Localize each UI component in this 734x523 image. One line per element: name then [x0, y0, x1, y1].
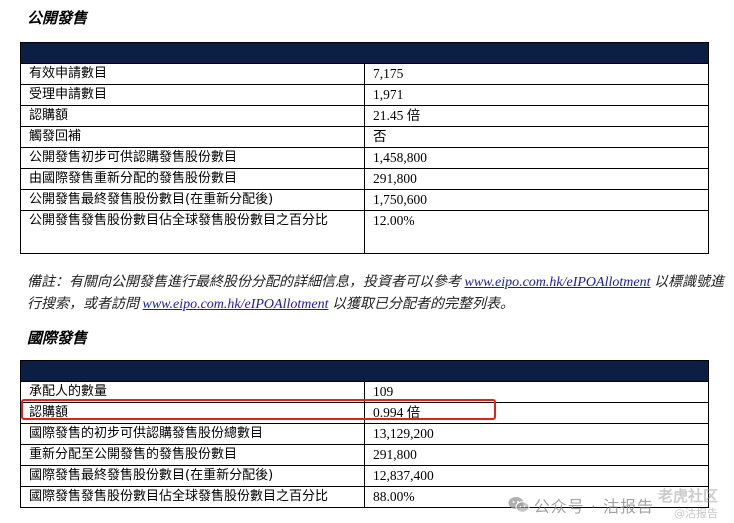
- row-value: 否: [364, 126, 709, 148]
- row-label: 認購額: [20, 105, 365, 127]
- table-row: 公開發售最終發售股份數目(在重新分配後) 1,750,600: [20, 189, 709, 211]
- row-value: 1,971: [364, 84, 709, 106]
- watermark-brand: 老虎社区: [657, 486, 718, 505]
- row-label: 有效申請數目: [20, 63, 365, 85]
- row-value: 1,750,600: [364, 189, 709, 211]
- table-row: 由國際發售重新分配的發售股份數目 291,800: [20, 168, 709, 190]
- table-row: 認購額 21.45 倍: [20, 105, 709, 127]
- table-row: 重新分配至公開發售的發售股份數目 291,800: [20, 444, 709, 466]
- table-row: 公開發售發售股份數目佔全球發售股份數目之百分比 12.00%: [20, 210, 709, 254]
- row-label: 國際發售的初步可供認購發售股份總數目: [20, 423, 365, 445]
- watermark-text: 公众号 · 沽报告: [533, 497, 654, 516]
- row-label: 國際發售發售股份數目佔全球發售股份數目之百分比: [20, 486, 365, 508]
- watermark-handle: @沽报告: [674, 507, 718, 520]
- table-row: 國際發售的初步可供認購發售股份總數目 13,129,200: [20, 423, 709, 445]
- eipo-link-2[interactable]: www.eipo.com.hk/eIPOAllotment: [143, 297, 329, 312]
- row-value: 12,837,400: [364, 465, 709, 487]
- public-offer-table: 有效申請數目 7,175 受理申請數目 1,971 認購額 21.45 倍 觸發…: [20, 42, 709, 254]
- row-label: 受理申請數目: [20, 84, 365, 106]
- note-suffix: 以獲取已分配者的完整列表。: [331, 297, 514, 312]
- table-header-bar: [20, 360, 709, 382]
- table-row: 公開發售初步可供認購發售股份數目 1,458,800: [20, 147, 709, 169]
- table-row: 國際發售最終發售股份數目(在重新分配後) 12,837,400: [20, 465, 709, 487]
- row-label: 重新分配至公開發售的發售股份數目: [20, 444, 365, 466]
- row-label: 公開發售初步可供認購發售股份數目: [20, 147, 365, 169]
- row-value: 7,175: [364, 63, 709, 85]
- row-value: 1,458,800: [364, 147, 709, 169]
- table-row: 觸發回補 否: [20, 126, 709, 148]
- document-page: 公開發售 有效申請數目 7,175 受理申請數目 1,971 認購額 21.45…: [0, 0, 734, 523]
- row-label: 公開發售發售股份數目佔全球發售股份數目之百分比: [20, 210, 365, 254]
- row-label: 公開發售最終發售股份數目(在重新分配後): [20, 189, 365, 211]
- table-row: 受理申請數目 1,971: [20, 84, 709, 106]
- row-value: 291,800: [364, 444, 709, 466]
- row-label: 由國際發售重新分配的發售股份數目: [20, 168, 365, 190]
- row-value: 13,129,200: [364, 423, 709, 445]
- row-label: 認購額: [20, 402, 365, 424]
- row-label: 國際發售最終發售股份數目(在重新分配後): [20, 465, 365, 487]
- table-row: 有效申請數目 7,175: [20, 63, 709, 85]
- table-row: 承配人的數量 109: [20, 381, 709, 403]
- row-value: 12.00%: [364, 210, 709, 254]
- watermark: 公众号 · 沽报告 老虎社区 @沽报告: [508, 487, 718, 520]
- row-value: 109: [364, 381, 709, 403]
- row-value: 0.994 倍: [364, 402, 709, 424]
- public-offer-title: 公開發售: [27, 9, 88, 27]
- allotment-note: 備註：有關向公開發售進行最終股份分配的詳細信息，投資者可以參考 www.eipo…: [27, 272, 727, 316]
- international-offer-table: 承配人的數量 109 認購額 0.994 倍 國際發售的初步可供認購發售股份總數…: [20, 360, 709, 508]
- row-label: 觸發回補: [20, 126, 365, 148]
- eipo-link-1[interactable]: www.eipo.com.hk/eIPOAllotment: [465, 275, 651, 290]
- row-value: 291,800: [364, 168, 709, 190]
- wechat-icon: [508, 497, 530, 513]
- table-row: 認購額 0.994 倍: [20, 402, 709, 424]
- row-label: 承配人的數量: [20, 381, 365, 403]
- row-value: 21.45 倍: [364, 105, 709, 127]
- note-prefix: 備註：有關向公開發售進行最終股份分配的詳細信息，投資者可以參考: [27, 275, 461, 290]
- table-header-bar: [20, 42, 709, 64]
- international-offer-title: 國際發售: [27, 329, 88, 347]
